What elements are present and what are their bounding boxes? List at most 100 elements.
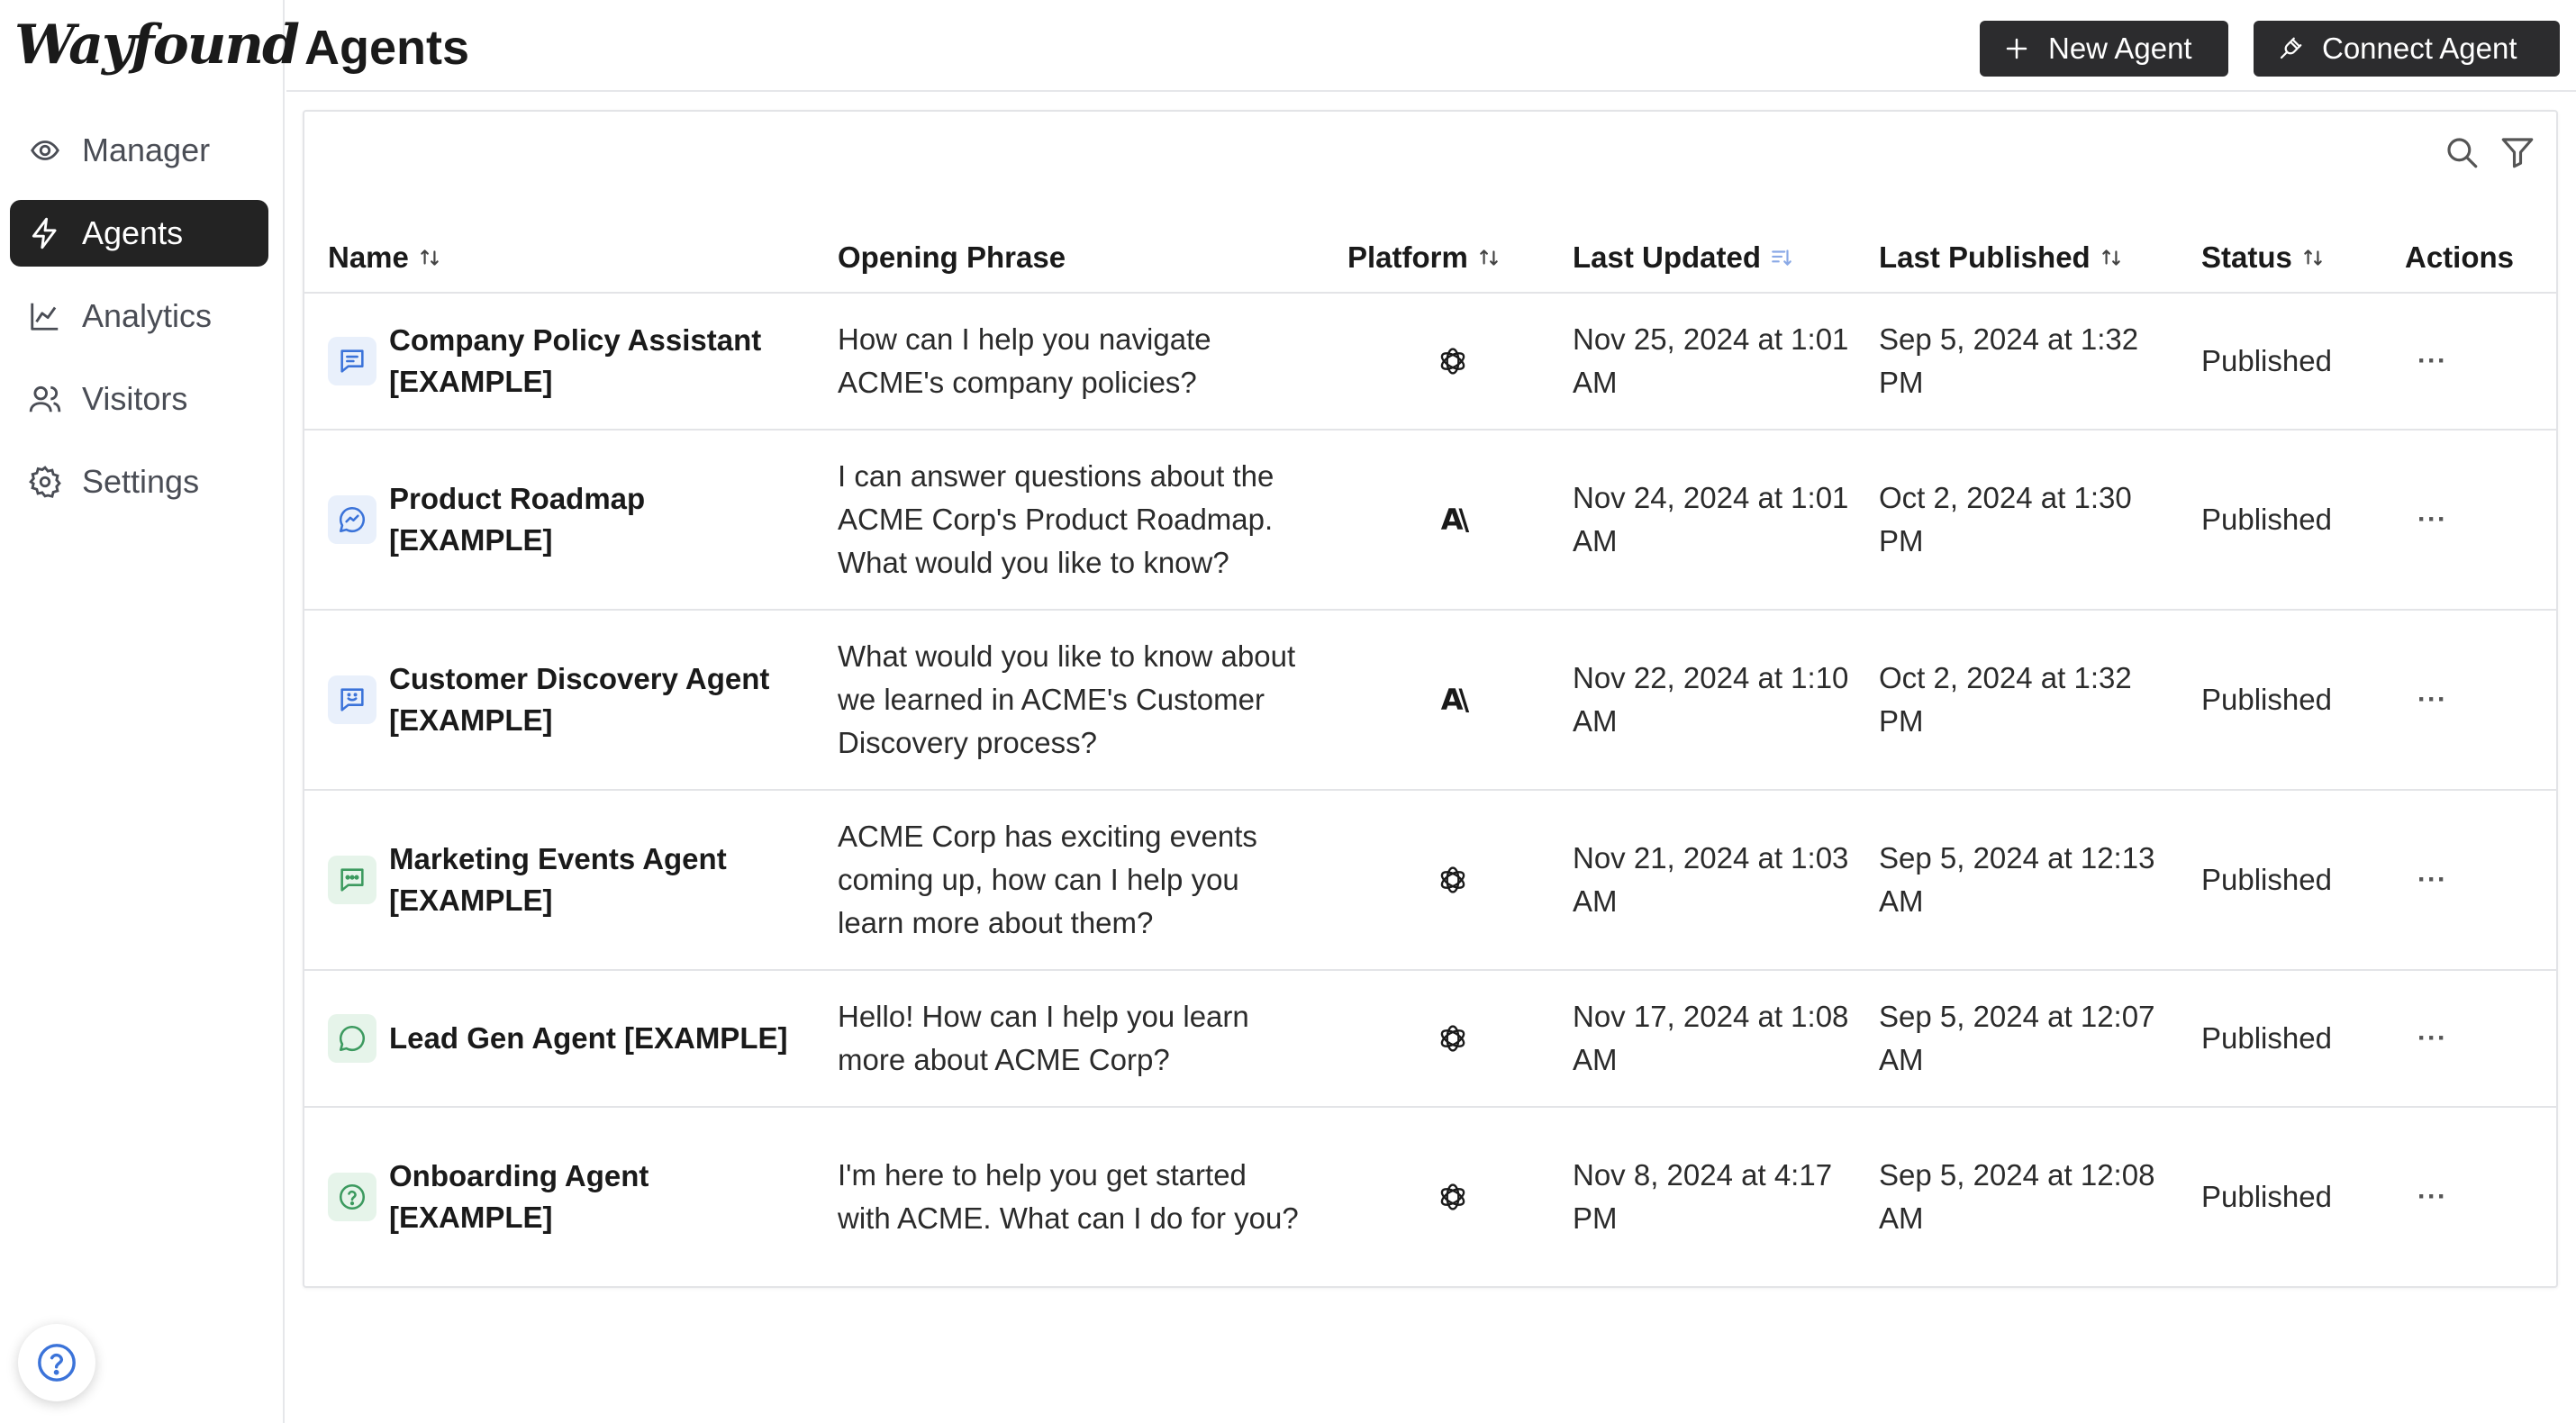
row-actions-button[interactable]: ··· (2408, 294, 2499, 429)
sidebar-item-label: Settings (82, 463, 200, 500)
agent-avatar (328, 1173, 376, 1221)
agent-name[interactable]: Product Roadmap [EXAMPLE] (389, 478, 796, 561)
eye-target-icon (31, 140, 59, 160)
status-text: Published (2201, 503, 2332, 536)
cell-opening-phrase: What would you like to know about we lea… (838, 639, 1296, 759)
cell-opening-phrase: I'm here to help you get started with AC… (838, 1158, 1299, 1235)
cell-last-published: Sep 5, 2024 at 12:07 AM (1879, 1000, 2155, 1076)
app-logo[interactable]: Wayfound (14, 9, 300, 81)
chat-round-icon (339, 1025, 365, 1052)
agent-avatar (328, 337, 376, 385)
agent-avatar (328, 675, 376, 724)
search-icon[interactable] (2443, 133, 2481, 171)
agent-name[interactable]: Onboarding Agent [EXAMPLE] (389, 1156, 796, 1238)
row-actions-button[interactable]: ··· (2408, 431, 2499, 609)
cell-last-updated: Nov 24, 2024 at 1:01 AM (1573, 481, 1849, 557)
filter-icon[interactable] (2499, 133, 2536, 171)
cell-platform: A\ (1349, 431, 1556, 609)
sidebar-item-agents[interactable]: Agents (10, 200, 268, 267)
lightning-icon (32, 217, 57, 249)
connect-agent-button[interactable]: Connect Agent (2254, 21, 2560, 77)
table-row[interactable]: Marketing Events Agent [EXAMPLE] ACME Co… (304, 791, 2556, 971)
column-header-opening-phrase: Opening Phrase (838, 220, 1066, 295)
column-header-status[interactable]: Status (2201, 220, 2325, 295)
gear-icon (29, 466, 61, 498)
cell-last-updated: Nov 17, 2024 at 1:08 AM (1573, 1000, 1849, 1076)
row-actions-button[interactable]: ··· (2408, 791, 2499, 969)
column-header-label: Name (328, 240, 409, 274)
status-text: Published (2201, 683, 2332, 716)
messenger-bolt-icon (339, 506, 365, 533)
agent-name[interactable]: Marketing Events Agent [EXAMPLE] (389, 838, 796, 921)
column-header-last-published[interactable]: Last Published (1879, 220, 2123, 295)
cell-last-updated: Nov 21, 2024 at 1:03 AM (1573, 841, 1849, 918)
sidebar-item-label: Agents (82, 214, 184, 251)
cell-name: Product Roadmap [EXAMPLE] (328, 431, 796, 609)
column-header-last-updated[interactable]: Last Updated (1573, 220, 1793, 295)
plus-icon (2006, 38, 2027, 59)
row-actions-button[interactable]: ··· (2408, 971, 2499, 1106)
agent-name[interactable]: Customer Discovery Agent [EXAMPLE] (389, 658, 796, 741)
status-text: Published (2201, 344, 2332, 377)
agent-name[interactable]: Company Policy Assistant [EXAMPLE] (389, 320, 796, 403)
row-actions-button[interactable]: ··· (2408, 611, 2499, 789)
cell-name: Customer Discovery Agent [EXAMPLE] (328, 611, 796, 789)
anthropic-icon: A\ (1440, 503, 1470, 537)
column-header-label: Actions (2405, 240, 2515, 274)
cell-opening-phrase: How can I help you navigate ACME's compa… (838, 322, 1211, 399)
anthropic-icon: A\ (1440, 683, 1470, 717)
more-icon: ··· (2417, 1182, 2447, 1211)
openai-icon (1440, 1025, 1465, 1052)
new-agent-button[interactable]: New Agent (1980, 21, 2228, 77)
table-row[interactable]: Lead Gen Agent [EXAMPLE] Hello! How can … (304, 971, 2556, 1108)
column-header-label: Status (2201, 240, 2292, 274)
chat-smile-icon (340, 688, 364, 712)
table-row[interactable]: Company Policy Assistant [EXAMPLE] How c… (304, 294, 2556, 431)
agent-avatar (328, 856, 376, 904)
page-title: Agents (304, 21, 470, 75)
cell-last-published: Oct 2, 2024 at 1:30 PM (1879, 481, 2132, 557)
agent-name[interactable]: Lead Gen Agent [EXAMPLE] (389, 1018, 787, 1059)
help-button[interactable] (18, 1324, 95, 1401)
openai-icon (1440, 1183, 1465, 1210)
more-icon: ··· (2417, 1023, 2447, 1053)
chart-icon (31, 303, 59, 331)
sidebar-item-label: Analytics (82, 297, 213, 334)
sidebar-item-visitors[interactable]: Visitors (10, 366, 268, 432)
cell-platform (1349, 1108, 1556, 1286)
chat-lines-icon (340, 349, 364, 373)
cell-last-updated: Nov 25, 2024 at 1:01 AM (1573, 322, 1849, 399)
cell-name: Onboarding Agent [EXAMPLE] (328, 1108, 796, 1286)
sidebar-item-label: Visitors (82, 380, 188, 417)
cell-name: Lead Gen Agent [EXAMPLE] (328, 971, 796, 1106)
table-row[interactable]: Customer Discovery Agent [EXAMPLE] What … (304, 611, 2556, 791)
agent-avatar (328, 1014, 376, 1063)
cell-platform (1349, 294, 1556, 429)
sidebar-item-analytics[interactable]: Analytics (10, 283, 268, 349)
question-circle-icon (339, 1183, 366, 1210)
agent-avatar (328, 495, 376, 544)
cell-last-updated: Nov 22, 2024 at 1:10 AM (1573, 661, 1849, 738)
cell-name: Company Policy Assistant [EXAMPLE] (328, 294, 796, 429)
cell-last-published: Sep 5, 2024 at 12:08 AM (1879, 1158, 2155, 1235)
table-row[interactable]: Onboarding Agent [EXAMPLE] I'm here to h… (304, 1108, 2556, 1286)
table-row[interactable]: Product Roadmap [EXAMPLE] I can answer q… (304, 431, 2556, 611)
sort-icon (2101, 249, 2120, 266)
cell-last-updated: Nov 8, 2024 at 4:17 PM (1573, 1158, 1833, 1235)
cell-platform (1349, 971, 1556, 1106)
page-header: Agents New Agent Connect Agent (286, 0, 2576, 92)
openai-icon (1440, 348, 1465, 375)
column-header-name[interactable]: Name (328, 220, 441, 295)
sidebar-item-manager[interactable]: Manager (10, 117, 268, 184)
column-header-label: Last Updated (1573, 240, 1762, 274)
sidebar-nav: Manager Agents Analytics Visitors Settin… (10, 117, 268, 531)
chat-dots-icon (340, 868, 364, 892)
column-header-platform[interactable]: Platform (1347, 220, 1501, 295)
sidebar-item-settings[interactable]: Settings (10, 449, 268, 515)
column-header-label: Opening Phrase (838, 240, 1066, 274)
more-icon: ··· (2417, 346, 2447, 376)
agents-table-card: Name Opening Phrase Platform Last Update… (303, 110, 2558, 1288)
more-icon: ··· (2417, 684, 2447, 714)
cell-platform: A\ (1349, 611, 1556, 789)
row-actions-button[interactable]: ··· (2408, 1108, 2499, 1286)
